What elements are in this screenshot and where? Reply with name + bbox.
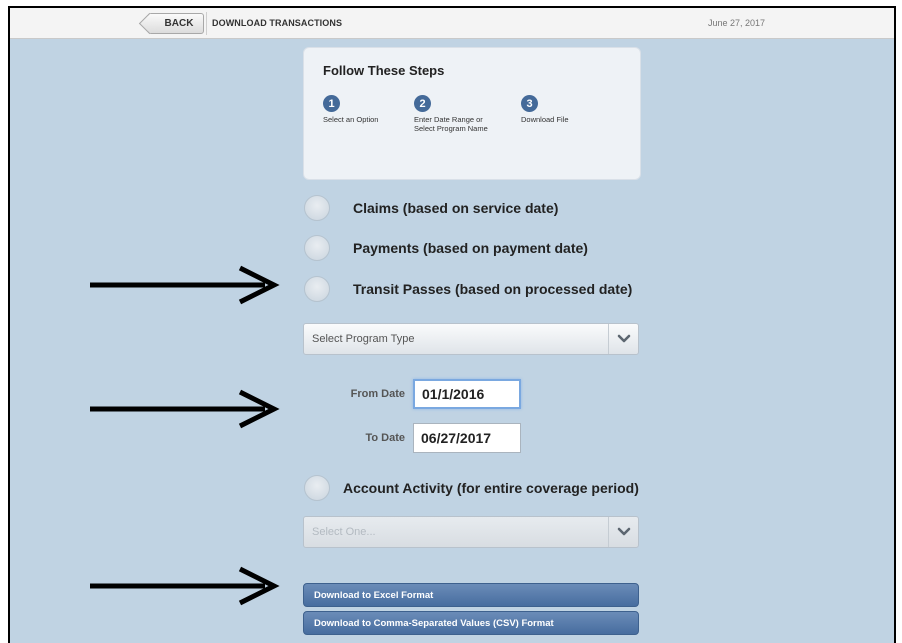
account-activity-radio[interactable] xyxy=(304,475,330,501)
back-label: BACK xyxy=(164,18,194,29)
step-text: Download File xyxy=(521,115,569,124)
option-payments[interactable]: Payments (based on payment date) xyxy=(304,235,588,261)
from-date-input[interactable] xyxy=(413,379,521,409)
step-text: Select an Option xyxy=(323,115,379,124)
download-csv-label: Download to Comma-Separated Values (CSV)… xyxy=(314,617,554,629)
main-content: Follow These Steps 1 Select an Option 2 … xyxy=(10,39,894,643)
back-button[interactable]: BACK xyxy=(148,13,204,34)
to-date-label: To Date xyxy=(365,432,405,444)
download-csv-button[interactable]: Download to Comma-Separated Values (CSV)… xyxy=(303,611,639,635)
right-arrow-icon xyxy=(90,389,280,429)
download-excel-button[interactable]: Download to Excel Format xyxy=(303,583,639,607)
chevron-down-icon[interactable] xyxy=(608,517,638,547)
payments-radio[interactable] xyxy=(304,235,330,261)
program-type-value: Select Program Type xyxy=(312,333,415,345)
steps-title: Follow These Steps xyxy=(323,63,445,78)
program-type-select[interactable]: Select Program Type xyxy=(303,323,639,355)
page-title: DOWNLOAD TRANSACTIONS xyxy=(212,18,343,28)
step-number: 2 xyxy=(414,95,431,112)
step-text: Enter Date Range or Select Program Name xyxy=(414,115,488,133)
right-arrow-icon xyxy=(90,566,280,606)
current-date: June 27, 2017 xyxy=(708,18,766,28)
transit-passes-label[interactable]: Transit Passes (based on processed date) xyxy=(353,281,632,297)
from-date-row: From Date xyxy=(303,379,521,409)
step-3: 3 Download File xyxy=(521,95,631,124)
title-divider xyxy=(206,12,207,35)
claims-label[interactable]: Claims (based on service date) xyxy=(353,200,558,216)
account-activity-select[interactable]: Select One... xyxy=(303,516,639,548)
payments-label[interactable]: Payments (based on payment date) xyxy=(353,240,588,256)
transit-passes-radio[interactable] xyxy=(304,276,330,302)
account-activity-label[interactable]: Account Activity (for entire coverage pe… xyxy=(343,480,639,496)
from-date-label: From Date xyxy=(350,388,405,400)
top-bar: BACK DOWNLOAD TRANSACTIONS June 27, 2017 xyxy=(10,8,894,39)
option-account-activity[interactable]: Account Activity (for entire coverage pe… xyxy=(304,475,639,501)
step-number: 1 xyxy=(323,95,340,112)
to-date-row: To Date xyxy=(303,423,521,453)
step-2: 2 Enter Date Range or Select Program Nam… xyxy=(414,95,524,133)
option-claims[interactable]: Claims (based on service date) xyxy=(304,195,558,221)
to-date-input[interactable] xyxy=(413,423,521,453)
app-frame: BACK DOWNLOAD TRANSACTIONS June 27, 2017… xyxy=(8,6,896,643)
step-number: 3 xyxy=(521,95,538,112)
claims-radio[interactable] xyxy=(304,195,330,221)
account-activity-select-value: Select One... xyxy=(312,526,376,538)
option-transit-passes[interactable]: Transit Passes (based on processed date) xyxy=(304,276,632,302)
download-excel-label: Download to Excel Format xyxy=(314,589,434,601)
right-arrow-icon xyxy=(90,265,280,305)
chevron-down-icon[interactable] xyxy=(608,324,638,354)
steps-card: Follow These Steps 1 Select an Option 2 … xyxy=(303,47,641,180)
